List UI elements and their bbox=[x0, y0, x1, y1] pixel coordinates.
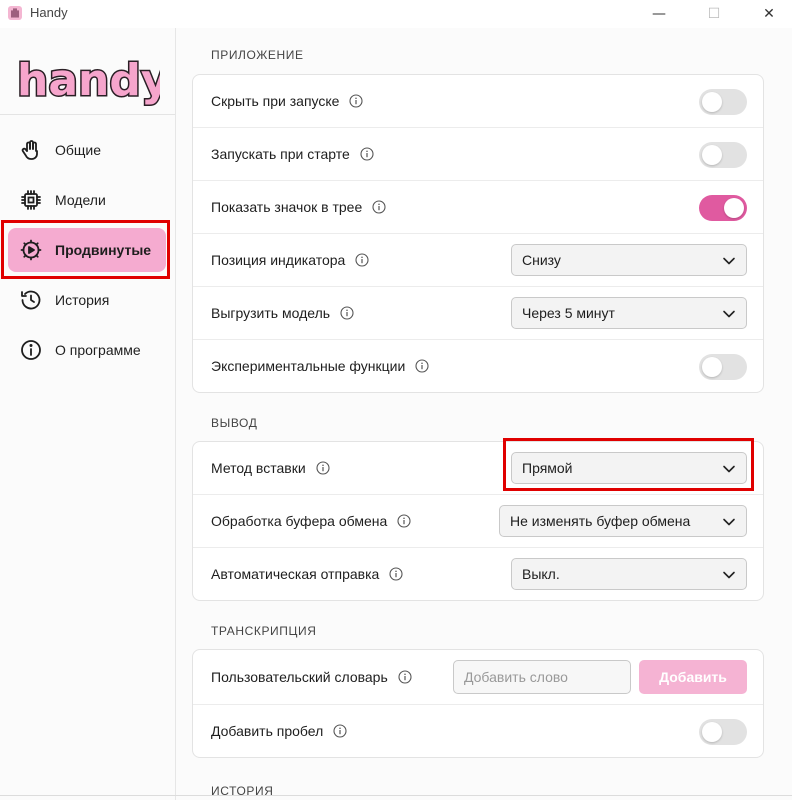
info-icon[interactable] bbox=[355, 253, 369, 267]
hand-icon bbox=[16, 135, 46, 165]
window-bottom-border bbox=[0, 795, 792, 796]
setting-label: Обработка буфера обмена bbox=[211, 513, 388, 529]
setting-label: Метод вставки bbox=[211, 460, 306, 476]
select-value: Снизу bbox=[522, 252, 561, 268]
advanced-highlight-box bbox=[1, 220, 170, 279]
setting-label: Скрыть при запуске bbox=[211, 93, 340, 109]
setting-label: Запускать при старте bbox=[211, 146, 350, 162]
setting-row-hide-on-launch: Скрыть при запуске bbox=[193, 75, 763, 128]
section-title-transcription: ТРАНСКРИПЦИЯ bbox=[211, 624, 317, 638]
select-value: Не изменять буфер обмена bbox=[510, 513, 691, 529]
chevron-down-icon bbox=[723, 310, 735, 318]
handy-app-icon bbox=[8, 6, 22, 20]
app-settings-card: Скрыть при запуске Запускать при старте … bbox=[192, 74, 764, 393]
info-icon[interactable] bbox=[340, 306, 354, 320]
sidebar-item-label: Общие bbox=[55, 142, 102, 158]
autostart-toggle[interactable] bbox=[699, 142, 747, 168]
main-content: ПРИЛОЖЕНИЕ Скрыть при запуске Запускать … bbox=[176, 28, 792, 800]
setting-row-auto-send: Автоматическая отправка Выкл. bbox=[193, 548, 763, 600]
clipboard-select[interactable]: Не изменять буфер обмена bbox=[499, 505, 747, 537]
history-icon bbox=[16, 285, 46, 315]
setting-label: Выгрузить модель bbox=[211, 305, 331, 321]
add-word-button[interactable]: Добавить bbox=[639, 660, 747, 694]
close-button[interactable]: ✕ bbox=[746, 0, 792, 28]
setting-row-clipboard: Обработка буфера обмена Не изменять буфе… bbox=[193, 495, 763, 548]
add-space-toggle[interactable] bbox=[699, 719, 747, 745]
setting-row-autostart: Запускать при старте bbox=[193, 128, 763, 181]
indicator-position-select[interactable]: Снизу bbox=[511, 244, 747, 276]
title-bar: Handy — ☐ ✕ bbox=[0, 0, 792, 28]
maximize-button[interactable]: ☐ bbox=[691, 0, 737, 28]
close-icon: ✕ bbox=[763, 6, 775, 22]
maximize-icon: ☐ bbox=[707, 6, 721, 22]
sidebar-item-models[interactable]: Модели bbox=[8, 178, 166, 222]
window-title: Handy bbox=[30, 5, 68, 20]
handy-logo: handy bbox=[14, 43, 172, 115]
info-icon[interactable] bbox=[415, 359, 429, 373]
info-icon[interactable] bbox=[389, 567, 403, 581]
setting-row-experimental: Экспериментальные функции bbox=[193, 340, 763, 392]
logo-text: handy bbox=[17, 55, 160, 106]
info-icon[interactable] bbox=[398, 670, 412, 684]
minimize-icon: — bbox=[652, 6, 666, 22]
select-value: Выкл. bbox=[522, 566, 560, 582]
sidebar-item-general[interactable]: Общие bbox=[8, 128, 166, 172]
info-icon[interactable] bbox=[333, 724, 347, 738]
setting-label: Экспериментальные функции bbox=[211, 358, 406, 374]
info-icon[interactable] bbox=[397, 514, 411, 528]
add-word-input[interactable]: Добавить слово bbox=[453, 660, 631, 694]
setting-row-indicator-position: Позиция индикатора Снизу bbox=[193, 234, 763, 287]
info-icon[interactable] bbox=[316, 461, 330, 475]
chevron-down-icon bbox=[723, 571, 735, 579]
sidebar-item-label: О программе bbox=[55, 342, 141, 358]
sidebar-item-label: Модели bbox=[55, 192, 106, 208]
info-icon[interactable] bbox=[372, 200, 386, 214]
sidebar-item-history[interactable]: История bbox=[8, 278, 166, 322]
select-value: Через 5 минут bbox=[522, 305, 615, 321]
setting-label: Добавить пробел bbox=[211, 723, 324, 739]
chevron-down-icon bbox=[723, 257, 735, 265]
setting-row-dictionary: Пользовательский словарь Добавить слово … bbox=[193, 650, 763, 705]
sidebar-item-about[interactable]: О программе bbox=[8, 328, 166, 372]
transcription-settings-card: Пользовательский словарь Добавить слово … bbox=[192, 649, 764, 758]
unload-model-select[interactable]: Через 5 минут bbox=[511, 297, 747, 329]
setting-row-tray-icon: Показать значок в трее bbox=[193, 181, 763, 234]
sidebar-divider bbox=[0, 114, 175, 115]
experimental-toggle[interactable] bbox=[699, 354, 747, 380]
sidebar: handy Общие Модели Продвинутые История О… bbox=[0, 28, 176, 800]
section-title-app: ПРИЛОЖЕНИЕ bbox=[211, 48, 304, 62]
setting-label: Показать значок в трее bbox=[211, 199, 363, 215]
info-icon[interactable] bbox=[360, 147, 374, 161]
auto-send-select[interactable]: Выкл. bbox=[511, 558, 747, 590]
setting-row-unload-model: Выгрузить модель Через 5 минут bbox=[193, 287, 763, 340]
sidebar-item-label: История bbox=[55, 292, 110, 308]
section-title-output: ВЫВОД bbox=[211, 416, 258, 430]
setting-label: Позиция индикатора bbox=[211, 252, 346, 268]
minimize-button[interactable]: — bbox=[636, 0, 682, 28]
hide-on-launch-toggle[interactable] bbox=[699, 89, 747, 115]
tray-icon-toggle[interactable] bbox=[699, 195, 747, 221]
setting-label: Пользовательский словарь bbox=[211, 669, 388, 685]
setting-row-add-space: Добавить пробел bbox=[193, 705, 763, 757]
chevron-down-icon bbox=[723, 518, 735, 526]
info-icon[interactable] bbox=[349, 94, 364, 108]
info-icon bbox=[16, 335, 46, 365]
setting-label: Автоматическая отправка bbox=[211, 566, 380, 582]
paste-method-highlight-box bbox=[503, 438, 754, 491]
cpu-chip-icon bbox=[16, 185, 46, 215]
